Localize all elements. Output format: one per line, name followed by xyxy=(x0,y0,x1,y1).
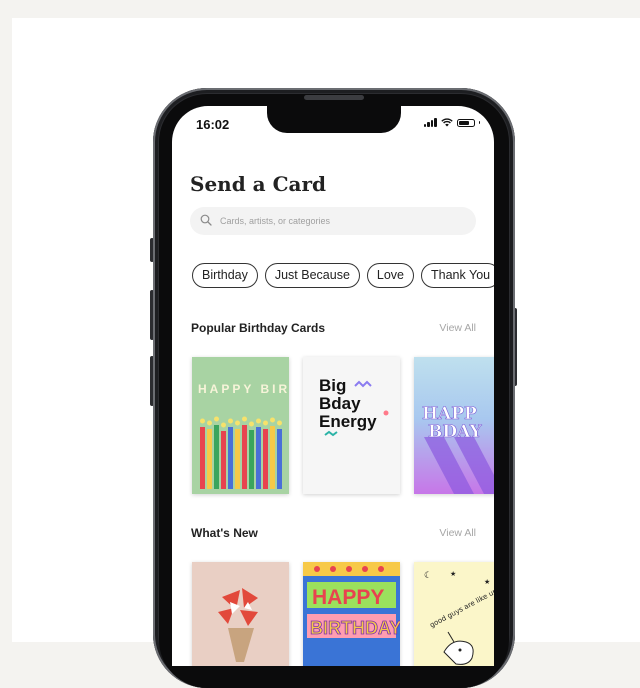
wifi-icon xyxy=(440,118,453,127)
section-title-whats-new: What's New xyxy=(191,526,258,540)
page-title: Send a Card xyxy=(190,172,326,196)
view-all-popular-birthday-link[interactable]: View All xyxy=(439,322,476,334)
cellular-signal-icon xyxy=(423,118,437,127)
card-unicorn-art: good guys are like unicorns ☾★★ xyxy=(414,562,494,666)
card-sky-art: HAPP BDAY xyxy=(414,357,494,494)
card-candles-art: HAPPY BIRTHDAY xyxy=(192,357,289,494)
card-1-happy-text: HAPPY BIRTHDAY xyxy=(198,382,289,396)
card-2-line-1: Big xyxy=(319,376,346,395)
search-icon xyxy=(200,214,212,226)
card-5-line-1: HAPPY xyxy=(312,586,384,609)
battery-icon xyxy=(456,118,475,127)
chip-birthday[interactable]: Birthday xyxy=(192,263,258,288)
section-title-popular-birthday: Popular Birthday Cards xyxy=(191,321,326,335)
battery-cap xyxy=(478,121,480,124)
search-input[interactable] xyxy=(220,207,460,235)
card-colorful-art: HAPPY BIRTHDAY xyxy=(303,562,400,666)
card-2-line-3: Energy xyxy=(319,412,377,431)
card-5-line-2: BIRTHDAY xyxy=(310,618,400,638)
view-all-whats-new-link[interactable]: View All xyxy=(439,527,476,539)
card-3-line-2: BDAY xyxy=(428,422,482,442)
status-time: 16:02 xyxy=(196,117,230,132)
status-icons xyxy=(423,118,480,127)
svg-text:★: ★ xyxy=(450,570,456,578)
card-happy-birthday-colorful[interactable]: HAPPY BIRTHDAY xyxy=(303,562,400,666)
app-screen: 16:02 Send a Card Birthday Just Because … xyxy=(172,106,494,666)
svg-text:☾: ☾ xyxy=(424,571,432,581)
chip-just-because[interactable]: Just Because xyxy=(264,263,360,288)
card-happy-birthday-candles[interactable]: HAPPY BIRTHDAY xyxy=(192,357,289,494)
card-unicorn[interactable]: good guys are like unicorns ☾★★ xyxy=(414,562,494,666)
search-bar[interactable] xyxy=(190,207,476,235)
card-flower-bouquet[interactable] xyxy=(192,562,289,666)
phone-notch xyxy=(267,100,401,133)
category-chips: Birthday Just Because Love Thank You xyxy=(192,263,494,288)
chip-love[interactable]: Love xyxy=(366,263,415,288)
card-big-bday-energy[interactable]: Big Bday Energy xyxy=(303,357,400,494)
card-2-line-2: Bday xyxy=(319,394,361,413)
card-happy-bday-sky[interactable]: HAPP BDAY xyxy=(414,357,494,494)
card-big-bday-art: Big Bday Energy xyxy=(303,357,400,494)
svg-text:★: ★ xyxy=(484,578,490,586)
card-bouquet-art xyxy=(192,562,289,666)
card-3-line-1: HAPP xyxy=(422,404,477,424)
chip-thank-you[interactable]: Thank You xyxy=(421,263,494,288)
